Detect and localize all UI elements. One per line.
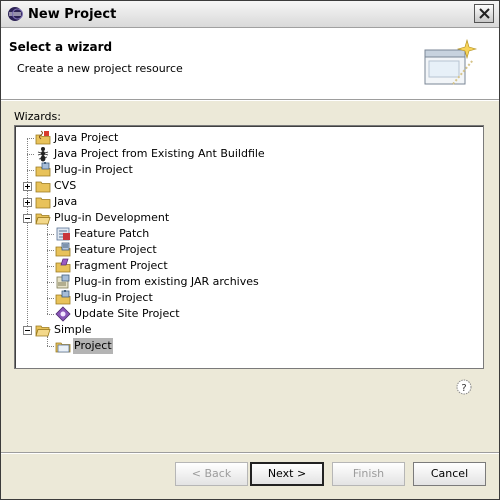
tree-connector (47, 234, 54, 235)
banner-description: Create a new project resource (17, 62, 183, 75)
plugin-project-icon (35, 162, 51, 177)
expand-icon[interactable] (23, 182, 32, 191)
eclipse-icon (8, 7, 23, 21)
tree-connector (27, 154, 34, 155)
tree-connector (27, 170, 34, 171)
tree-connector (47, 224, 48, 314)
tree-item-label: Plug-in Project (54, 163, 133, 176)
tree-connector (47, 282, 54, 283)
tree-item-label: Fragment Project (74, 259, 168, 272)
tree-item-label: Plug-in from existing JAR archives (74, 275, 259, 288)
tree-item-label: Simple (54, 323, 92, 336)
collapse-icon[interactable] (23, 326, 32, 335)
tree-item-label: Project (73, 338, 113, 354)
tree-connector (47, 298, 54, 299)
folder-icon (35, 197, 51, 209)
feature-project-icon (55, 242, 71, 257)
tree-item-label: Plug-in Development (54, 211, 170, 224)
expand-icon[interactable] (23, 198, 32, 207)
tree-item-label: Java Project (54, 131, 119, 144)
java-project-icon (35, 130, 51, 145)
folder-open-icon (35, 325, 51, 337)
tree-item-label: Feature Patch (74, 227, 150, 240)
finish-button[interactable]: Finish (332, 462, 405, 486)
window-title: New Project (28, 7, 117, 22)
tree-item-label: CVS (54, 179, 77, 192)
update-site-icon (55, 306, 71, 322)
ant-icon (37, 147, 49, 162)
cancel-button[interactable]: Cancel (413, 462, 486, 486)
new-wizard-banner-icon (424, 38, 478, 85)
tree-connector (47, 314, 54, 315)
svg-text:?: ? (461, 383, 466, 394)
plugin-jar-icon (56, 274, 70, 289)
tree-connector (47, 250, 54, 251)
tree-connector (27, 138, 34, 139)
tree-item-label: Update Site Project (74, 307, 180, 320)
tree-item-label: Java (54, 195, 78, 208)
banner-title: Select a wizard (9, 40, 113, 54)
collapse-icon[interactable] (23, 214, 32, 223)
plugin-project-icon (55, 290, 71, 305)
tree-connector (27, 138, 28, 330)
back-button[interactable]: < Back (175, 462, 248, 486)
wizards-label: Wizards: (14, 110, 61, 123)
close-icon (479, 8, 490, 19)
banner-separator (1, 100, 499, 101)
tree-item-label: Java Project from Existing Ant Buildfile (54, 147, 265, 160)
tree-item-label: Plug-in Project (74, 291, 153, 304)
tree-item-label: Feature Project (74, 243, 157, 256)
next-button[interactable]: Next > (250, 462, 324, 486)
tree-connector (47, 266, 54, 267)
folder-icon (35, 181, 51, 193)
fragment-project-icon (55, 258, 71, 273)
feature-patch-icon (56, 227, 70, 241)
wizard-banner: Select a wizard Create a new project res… (1, 28, 499, 100)
project-icon (55, 342, 71, 353)
tree-connector (47, 346, 54, 347)
title-bar[interactable]: New Project (1, 1, 499, 28)
wizards-tree[interactable]: Java Project Java Project from Existing A… (14, 125, 484, 369)
folder-open-icon (35, 213, 51, 225)
close-button[interactable] (474, 4, 494, 23)
new-project-dialog: New Project Select a wizard Create a new… (0, 0, 500, 500)
help-icon[interactable]: ? (456, 379, 472, 395)
